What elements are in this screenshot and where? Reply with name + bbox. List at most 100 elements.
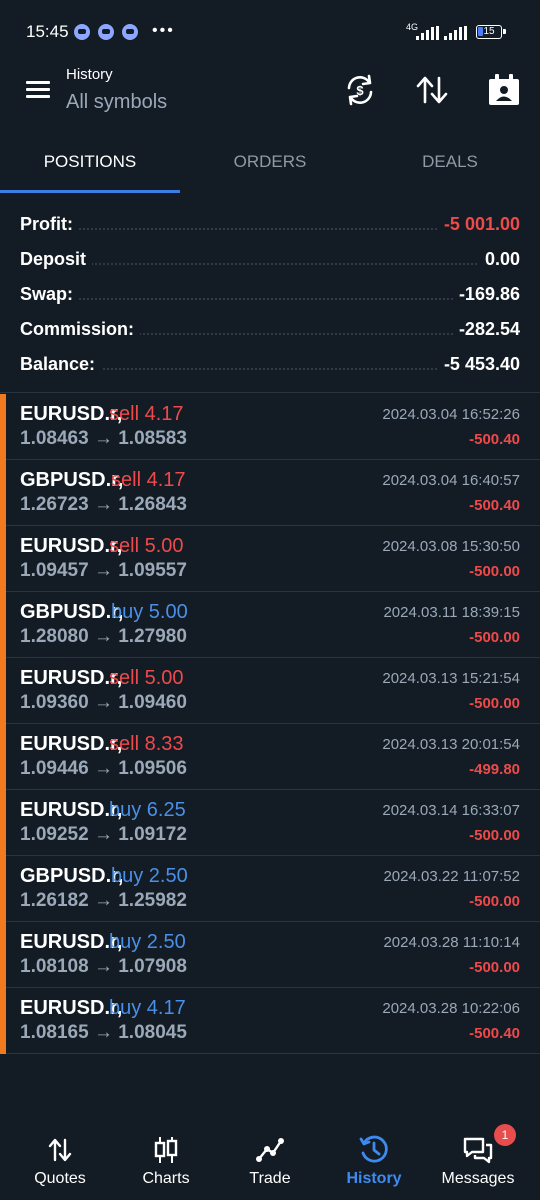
row-marker bbox=[0, 460, 6, 526]
discord-notification-icon bbox=[98, 24, 114, 40]
summary-value: 0.00 bbox=[478, 249, 520, 270]
summary-profit: Profit: -5 001.00 bbox=[0, 206, 540, 241]
position-prices: 1.08463 → 1.08583 bbox=[20, 428, 187, 449]
position-side-volume: sell 5.00 bbox=[109, 667, 184, 689]
nav-charts[interactable]: Charts bbox=[112, 1120, 220, 1200]
nav-messages[interactable]: 1 Messages bbox=[424, 1120, 532, 1200]
position-time: 2024.03.14 16:33:07 bbox=[382, 802, 520, 819]
position-prices: 1.09446 → 1.09506 bbox=[20, 758, 187, 779]
sync-currency-icon[interactable]: $ bbox=[342, 72, 378, 108]
tab-orders[interactable]: ORDERS bbox=[180, 140, 360, 194]
position-time: 2024.03.04 16:52:26 bbox=[382, 406, 520, 423]
position-row[interactable]: EURUSD.r, buy 6.25 1.09252 → 1.09172 202… bbox=[0, 790, 540, 856]
active-tab-indicator bbox=[0, 190, 180, 193]
row-marker bbox=[0, 592, 6, 658]
position-side-volume: sell 4.17 bbox=[111, 469, 186, 491]
position-side-volume: sell 8.33 bbox=[109, 733, 184, 755]
position-side-volume: buy 2.50 bbox=[109, 931, 186, 953]
nav-label: Messages bbox=[441, 1170, 515, 1187]
summary-commission: Commission: -282.54 bbox=[0, 311, 540, 346]
sort-icon[interactable] bbox=[414, 72, 450, 108]
history-summary: Profit: -5 001.00 Deposit 0.00 Swap: -16… bbox=[0, 206, 540, 381]
position-symbol: EURUSD.r, bbox=[20, 931, 123, 953]
candlestick-icon bbox=[154, 1137, 178, 1163]
position-time: 2024.03.08 15:30:50 bbox=[382, 538, 520, 555]
nav-history[interactable]: History bbox=[320, 1120, 428, 1200]
position-time: 2024.03.28 10:22:06 bbox=[382, 1000, 520, 1017]
summary-label: Profit: bbox=[20, 214, 79, 235]
summary-label: Deposit bbox=[20, 249, 93, 270]
position-symbol: EURUSD.r, bbox=[20, 799, 123, 821]
positions-list: EURUSD.r, sell 4.17 1.08463 → 1.08583 20… bbox=[0, 394, 540, 1054]
more-notifications-icon: ••• bbox=[152, 22, 175, 39]
row-marker bbox=[0, 856, 6, 922]
position-prices: 1.28080 → 1.27980 bbox=[20, 626, 187, 647]
position-row[interactable]: EURUSD.r, buy 2.50 1.08108 → 1.07908 202… bbox=[0, 922, 540, 988]
divider bbox=[0, 392, 540, 393]
position-profit: -500.40 bbox=[469, 1025, 520, 1042]
signal-icon bbox=[412, 26, 442, 40]
discord-notification-icon bbox=[122, 24, 138, 40]
tab-positions[interactable]: POSITIONS bbox=[0, 140, 180, 194]
discord-notification-icon bbox=[74, 24, 90, 40]
position-time: 2024.03.28 11:10:14 bbox=[383, 934, 520, 951]
battery-icon: 15 bbox=[476, 25, 506, 39]
dotted-leader bbox=[20, 298, 520, 300]
position-prices: 1.09360 → 1.09460 bbox=[20, 692, 187, 713]
summary-deposit: Deposit 0.00 bbox=[0, 241, 540, 276]
position-symbol: GBPUSD.r, bbox=[20, 601, 124, 623]
position-side-volume: buy 5.00 bbox=[111, 601, 188, 623]
position-prices: 1.26182 → 1.25982 bbox=[20, 890, 187, 911]
position-profit: -500.40 bbox=[469, 497, 520, 514]
nav-quotes[interactable]: Quotes bbox=[6, 1120, 114, 1200]
position-profit: -500.00 bbox=[469, 629, 520, 646]
nav-label: History bbox=[346, 1170, 402, 1187]
position-symbol: GBPUSD.r, bbox=[20, 469, 124, 491]
position-time: 2024.03.22 11:07:52 bbox=[383, 868, 520, 885]
position-profit: -500.00 bbox=[469, 893, 520, 910]
symbol-filter[interactable]: All symbols bbox=[66, 91, 167, 114]
signal-icon-2 bbox=[440, 26, 470, 40]
position-symbol: EURUSD.r, bbox=[20, 667, 123, 689]
position-row[interactable]: EURUSD.r, sell 5.00 1.09457 → 1.09557 20… bbox=[0, 526, 540, 592]
row-marker bbox=[0, 724, 6, 790]
position-row[interactable]: GBPUSD.r, buy 5.00 1.28080 → 1.27980 202… bbox=[0, 592, 540, 658]
position-row[interactable]: EURUSD.r, sell 8.33 1.09446 → 1.09506 20… bbox=[0, 724, 540, 790]
tab-bar: POSITIONS ORDERS DEALS bbox=[0, 140, 540, 194]
position-symbol: EURUSD.r, bbox=[20, 733, 123, 755]
menu-icon[interactable] bbox=[26, 80, 50, 100]
chat-bubbles-icon bbox=[463, 1137, 493, 1164]
nav-label: Trade bbox=[249, 1170, 291, 1187]
position-profit: -500.00 bbox=[469, 563, 520, 580]
position-side-volume: buy 4.17 bbox=[109, 997, 186, 1019]
position-row[interactable]: GBPUSD.r, sell 4.17 1.26723 → 1.26843 20… bbox=[0, 460, 540, 526]
position-row[interactable]: EURUSD.r, sell 5.00 1.09360 → 1.09460 20… bbox=[0, 658, 540, 724]
position-profit: -500.00 bbox=[469, 959, 520, 976]
position-row[interactable]: EURUSD.r, buy 4.17 1.08165 → 1.08045 202… bbox=[0, 988, 540, 1054]
row-marker bbox=[0, 658, 6, 724]
position-row[interactable]: GBPUSD.r, buy 2.50 1.26182 → 1.25982 202… bbox=[0, 856, 540, 922]
tab-deals[interactable]: DEALS bbox=[360, 140, 540, 194]
position-prices: 1.08165 → 1.08045 bbox=[20, 1022, 187, 1043]
trade-line-icon bbox=[256, 1138, 284, 1162]
row-marker bbox=[0, 790, 6, 856]
position-symbol: EURUSD.r, bbox=[20, 997, 123, 1019]
row-marker bbox=[0, 394, 6, 460]
quotes-arrows-icon bbox=[48, 1138, 72, 1162]
notification-badge: 1 bbox=[494, 1124, 516, 1146]
nav-trade[interactable]: Trade bbox=[216, 1120, 324, 1200]
position-time: 2024.03.13 15:21:54 bbox=[382, 670, 520, 687]
position-time: 2024.03.11 18:39:15 bbox=[383, 604, 520, 621]
position-time: 2024.03.13 20:01:54 bbox=[382, 736, 520, 753]
status-time: 15:45 bbox=[26, 22, 69, 41]
bottom-navigation: Quotes Charts Trade History 1 Messages bbox=[0, 1120, 540, 1200]
summary-value: -5 453.40 bbox=[437, 354, 520, 375]
position-row[interactable]: EURUSD.r, sell 4.17 1.08463 → 1.08583 20… bbox=[0, 394, 540, 460]
history-clock-icon bbox=[359, 1135, 388, 1163]
nav-label: Quotes bbox=[34, 1170, 86, 1187]
position-prices: 1.08108 → 1.07908 bbox=[20, 956, 187, 977]
summary-label: Commission: bbox=[20, 319, 141, 340]
calendar-icon[interactable] bbox=[486, 72, 522, 108]
summary-value: -282.54 bbox=[452, 319, 520, 340]
position-prices: 1.09457 → 1.09557 bbox=[20, 560, 187, 581]
